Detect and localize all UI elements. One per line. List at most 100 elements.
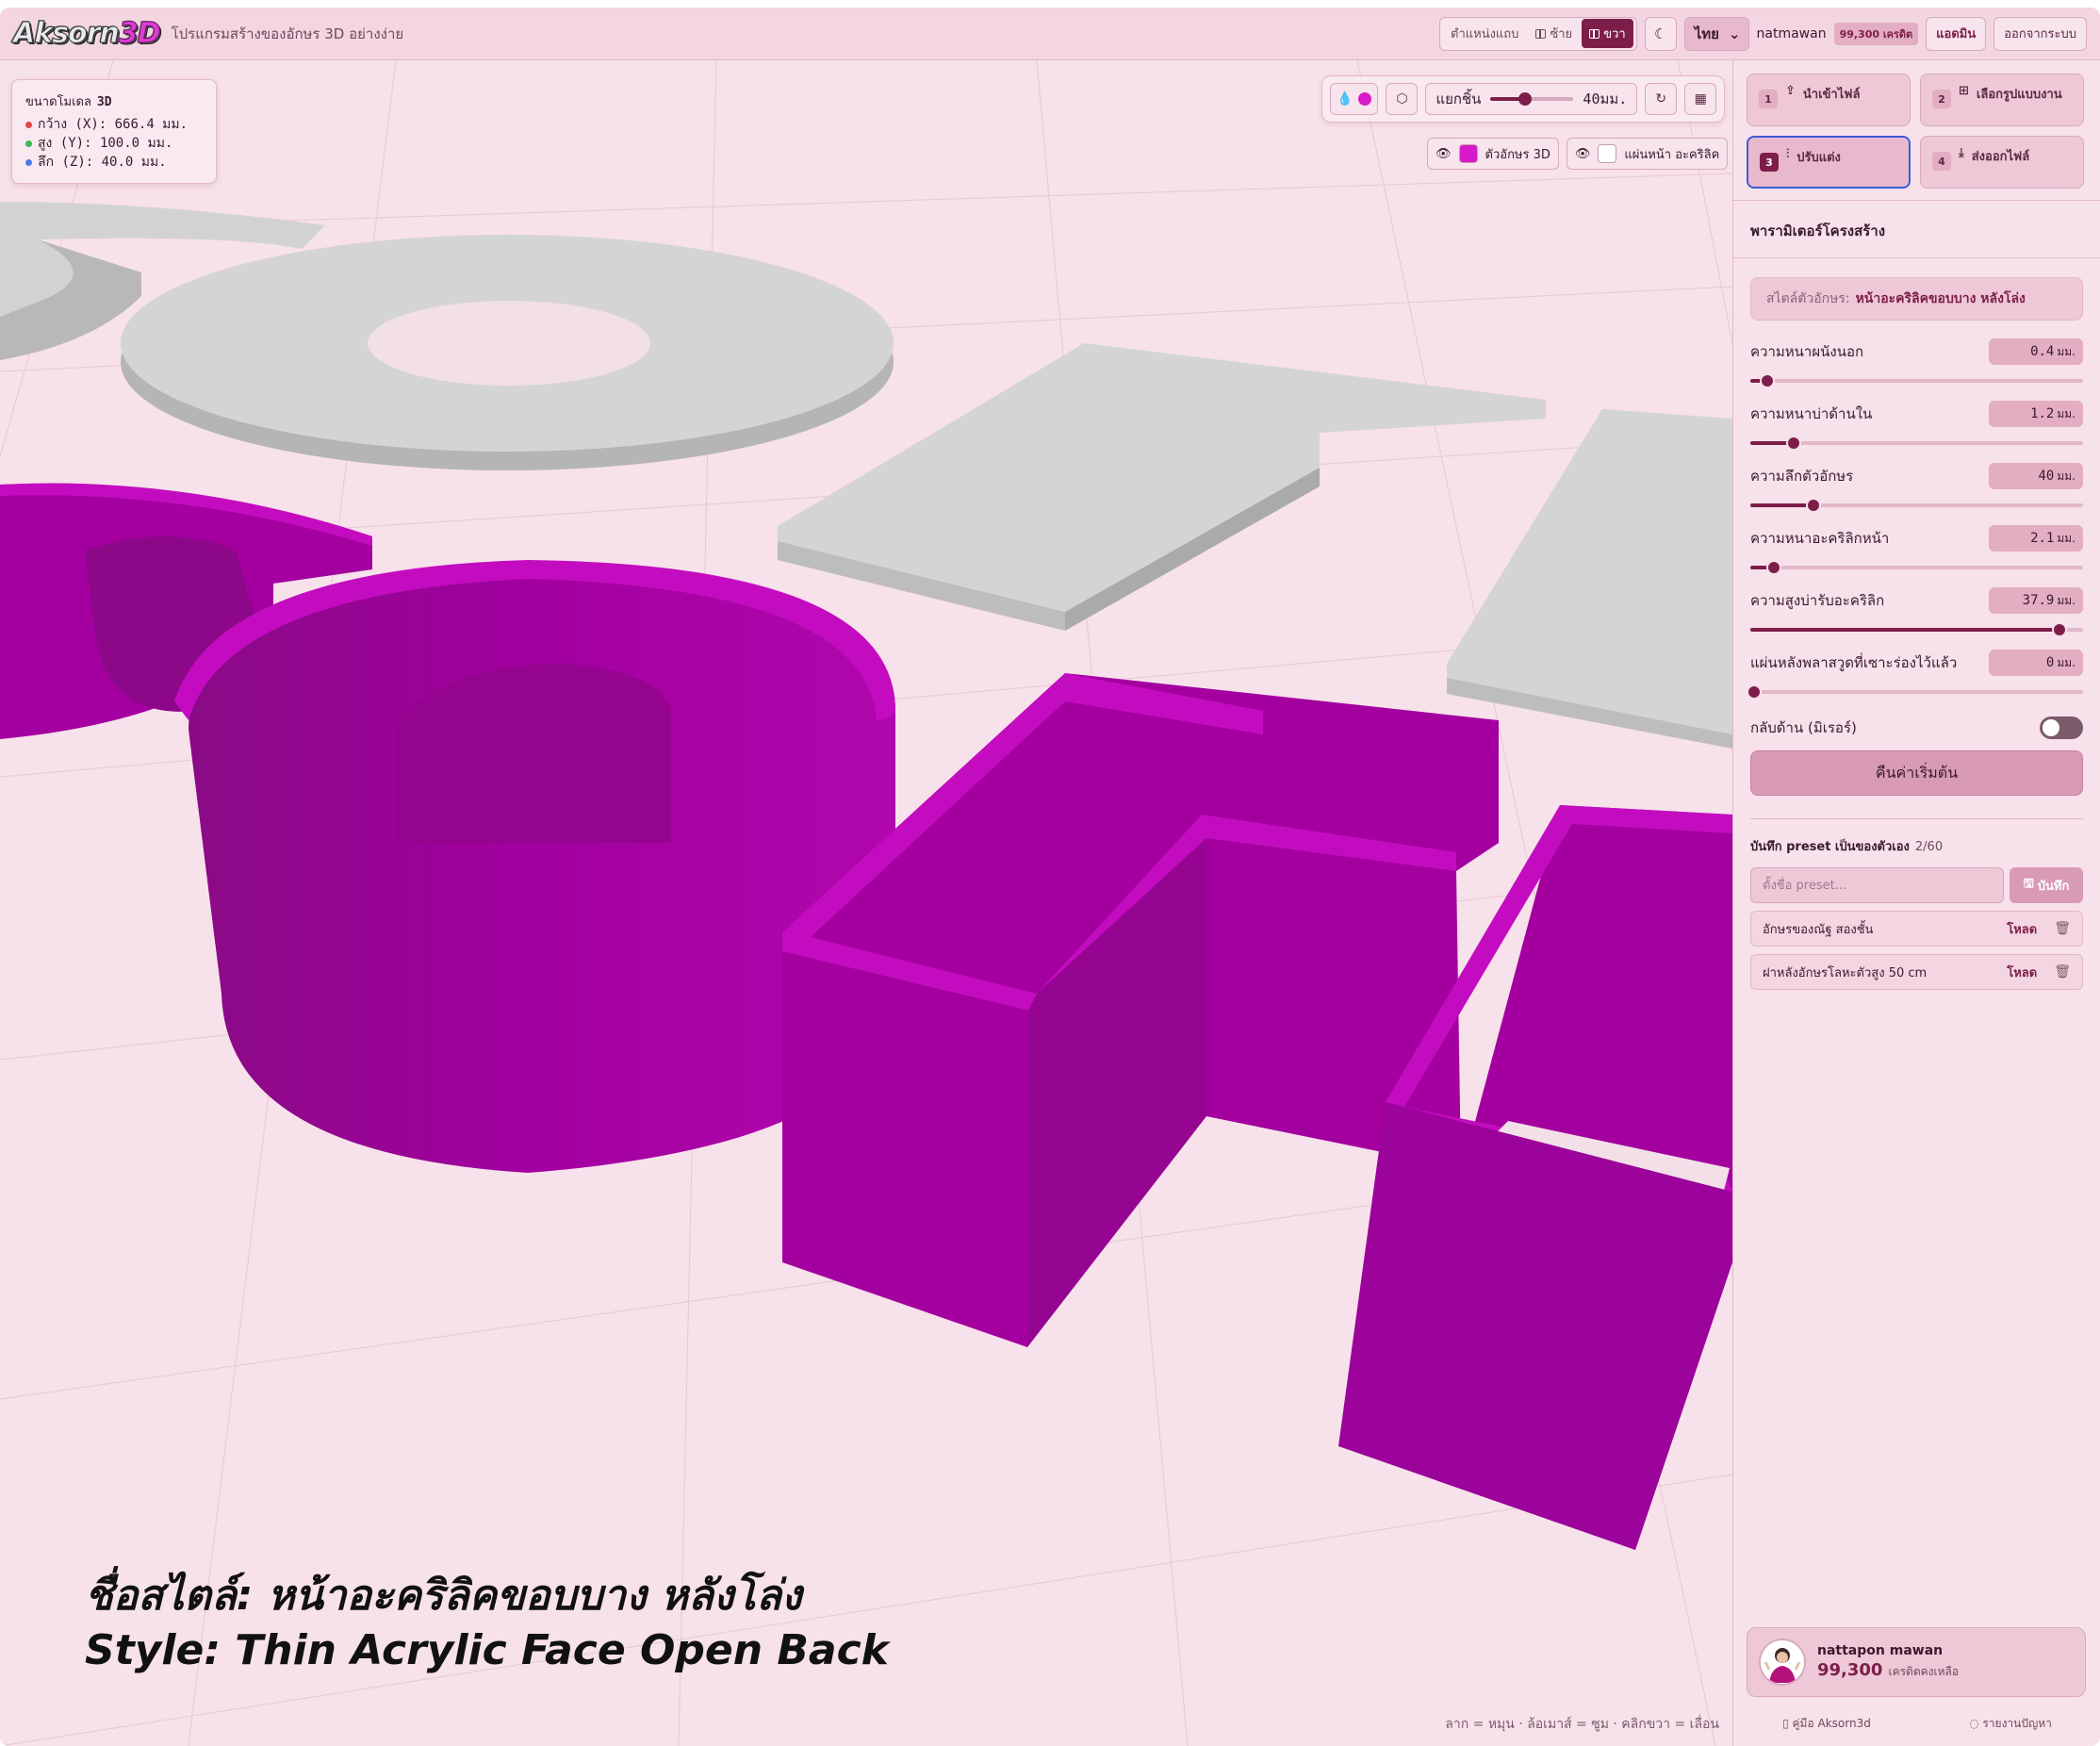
param-slider[interactable] — [1750, 436, 2083, 451]
param-inner-ledge: ความหนาบ่าด้านใน 1.2 มม. — [1750, 400, 2083, 451]
param-slider[interactable] — [1746, 684, 2083, 700]
refresh-icon: ↻ — [1655, 91, 1667, 107]
theme-toggle-button[interactable]: ☾ — [1644, 16, 1677, 51]
separate-slider-knob[interactable] — [1518, 92, 1533, 106]
cube-icon: ⬡ — [1396, 91, 1408, 107]
position-right-button[interactable]: ขวา — [1582, 19, 1633, 48]
preset-title: บันทึก preset เป็นของตัวเอง 2/60 — [1750, 840, 1944, 854]
slider-knob[interactable] — [1806, 498, 1822, 513]
param-slider[interactable] — [1750, 498, 2083, 513]
chat-icon: ◌ — [1969, 1717, 1983, 1730]
dim-height: สูง (Y): 100.0 มม. — [25, 134, 203, 153]
param-value-input[interactable]: 37.9 มม. — [1989, 587, 2083, 614]
slider-knob[interactable] — [1765, 560, 1781, 575]
grid-toggle-button[interactable]: ▦ — [1684, 83, 1717, 115]
logout-button[interactable]: ออกจากระบบ — [1993, 16, 2087, 51]
panel-left-icon — [1535, 28, 1547, 39]
layer-visibility-toggles: 👁 ตัวอักษร 3D 👁 แผ่นหน้า อะคริลิค — [1427, 138, 1729, 170]
param-slider[interactable] — [1750, 622, 2083, 637]
slider-knob[interactable] — [1785, 436, 1801, 451]
upload-icon: ⇪ — [1785, 84, 1796, 98]
layout-icon: ⊞ — [1959, 84, 1969, 98]
mirror-label: กลับด้าน (มิเรอร์) — [1750, 719, 1857, 736]
3d-viewport[interactable]: ขนาดโมเดล 3D กว้าง (X): 666.4 มม. สูง (Y)… — [0, 60, 1732, 1746]
controls-hint: ลาก = หมุน · ล้อเมาส์ = ซูม · คลิกขวา = … — [1445, 1717, 1719, 1732]
app-window: Aksorn3D โปรแกรมสร้างของอักษร 3D อย่างง่… — [0, 8, 2100, 1746]
step-export[interactable]: 4 ⤓ ส่งออกไฟล์ — [1920, 136, 2084, 189]
param-acrylic-thickness: ความหนาอะคริลิกหน้า 2.1 มม. — [1750, 524, 2083, 575]
param-slider[interactable] — [1750, 560, 2083, 575]
save-preset-button[interactable]: 🖫 บันทึก — [2010, 867, 2083, 903]
param-back-panel: แผ่นหลังพลาสวูดที่เซาะร่องไว้แล้ว 0 มม. — [1746, 649, 2083, 700]
3d-scene[interactable] — [0, 60, 1732, 1746]
download-icon: ⤓ — [1959, 146, 1964, 160]
report-link[interactable]: ◌ รายงานปัญหา — [1969, 1715, 2052, 1733]
separate-parts-control: แยกชิ้น 40มม. — [1425, 83, 1638, 115]
app-tagline: โปรแกรมสร้างของอักษร 3D อย่างง่าย — [171, 25, 404, 42]
param-value-input[interactable]: 0.4 มม. — [1989, 338, 2083, 365]
x-axis-dot — [25, 121, 32, 128]
load-preset-button[interactable]: โหลด — [2007, 919, 2037, 939]
mirror-toggle[interactable] — [2040, 717, 2083, 739]
position-left-button[interactable]: ซ้าย — [1528, 19, 1580, 48]
material-toggle-button[interactable]: ⬡ — [1386, 83, 1419, 115]
step-choose-style[interactable]: 2 ⊞ เลือกรูปแบบงาน — [1920, 74, 2084, 126]
chevron-down-icon: ⌄ — [1728, 25, 1741, 42]
param-slider[interactable] — [1750, 373, 2083, 388]
droplet-icon: 💧 — [1337, 91, 1354, 107]
reset-defaults-button[interactable]: คืนค่าเริ่มต้น — [1750, 750, 2083, 796]
letters-color-swatch[interactable] — [1458, 144, 1478, 163]
dim-depth: ลึก (Z): 40.0 มม. — [25, 153, 203, 172]
manual-link[interactable]: ▯ คู่มือ Aksorn3d — [1782, 1715, 1871, 1733]
admin-button[interactable]: แอดมิน — [1926, 16, 1987, 51]
preset-name-input[interactable] — [1750, 867, 2004, 903]
acrylic-color-swatch[interactable] — [1598, 144, 1617, 163]
parameters-panel: สไตล์ตัวอักษร: หน้าอะคริลิคขอบบาง หลังโล่… — [1733, 277, 2100, 990]
reset-view-button[interactable]: ↻ — [1645, 83, 1678, 115]
grid-icon: ▦ — [1694, 91, 1707, 107]
preset-item: ฝาหลังอักษรโลหะตัวสูง 50 cm โหลด 🗑 — [1750, 954, 2083, 990]
layer-acrylic-face[interactable]: 👁 แผ่นหน้า อะคริลิค — [1566, 138, 1729, 170]
settings-sidebar: 1 ⇪ นำเข้าไฟล์ 2 ⊞ เลือกรูปแบบงาน 3 ⫶ ปรับแต่ง… — [1732, 60, 2100, 1746]
param-value-input[interactable]: 1.2 มม. — [1989, 401, 2083, 427]
user-card: nattapon mawan 99,300 เครดิตคงเหลือ — [1747, 1627, 2086, 1697]
trash-icon[interactable]: 🗑 — [2054, 921, 2071, 936]
section-title: พารามิเตอร์โครงสร้าง — [1733, 201, 2100, 258]
param-value-input[interactable]: 40 มม. — [1989, 463, 2083, 489]
avatar-figure — [1764, 1648, 1801, 1683]
sidebar-footer: ▯ คู่มือ Aksorn3d ◌ รายงานปัญหา — [1733, 1715, 2100, 1733]
active-color-swatch — [1358, 92, 1372, 106]
param-value-input[interactable]: 2.1 มม. — [1989, 525, 2083, 552]
y-axis-dot — [25, 140, 32, 147]
param-outer-wall: ความหนาผนังนอก 0.4 มม. — [1750, 338, 2083, 388]
step-import[interactable]: 1 ⇪ นำเข้าไฟล์ — [1747, 74, 1911, 126]
style-caption-english: Style: Thin Acrylic Face Open Back — [85, 1626, 889, 1674]
panel-right-icon — [1589, 28, 1600, 39]
language-select[interactable]: ไทย ⌄ — [1683, 16, 1749, 51]
sidebar-position-switch: ตำแหน่งแถบ ซ้าย ขวา — [1439, 16, 1637, 51]
param-acrylic-ledge-height: ความสูงบ่ารับอะคริลิก 37.9 มม. — [1750, 586, 2083, 637]
avatar — [1759, 1639, 1806, 1686]
slider-knob[interactable] — [2052, 622, 2068, 637]
top-bar: Aksorn3D โปรแกรมสร้างของอักษร 3D อย่างง่… — [0, 8, 2100, 60]
separate-slider[interactable] — [1490, 92, 1574, 106]
color-picker-button[interactable]: 💧 — [1330, 83, 1379, 115]
layer-letters-3d[interactable]: 👁 ตัวอักษร 3D — [1427, 138, 1559, 170]
eye-icon: 👁 — [1574, 146, 1591, 161]
eye-icon: 👁 — [1436, 146, 1452, 161]
header-username: natmawan — [1756, 25, 1827, 41]
slider-knob[interactable] — [1759, 373, 1775, 388]
step-adjust[interactable]: 3 ⫶ ปรับแต่ง — [1747, 136, 1911, 189]
dims-title: ขนาดโมเดล 3D — [25, 95, 112, 109]
param-value-input[interactable]: 0 มม. — [1989, 650, 2083, 676]
param-letter-depth: ความลึกตัวอักษร 40 มม. — [1750, 462, 2083, 513]
slider-knob[interactable] — [1746, 684, 1762, 700]
load-preset-button[interactable]: โหลด — [2007, 963, 2037, 982]
credits-badge: 99,300 เครดิต — [1833, 22, 1919, 45]
z-axis-dot — [25, 158, 32, 166]
user-credits: 99,300 เครดิตคงเหลือ — [1817, 1660, 1960, 1680]
trash-icon[interactable]: 🗑 — [2054, 964, 2071, 980]
app-logo[interactable]: Aksorn3D — [13, 17, 162, 51]
sidebar-position-label: ตำแหน่งแถบ — [1451, 27, 1519, 41]
book-icon: ▯ — [1782, 1717, 1793, 1730]
